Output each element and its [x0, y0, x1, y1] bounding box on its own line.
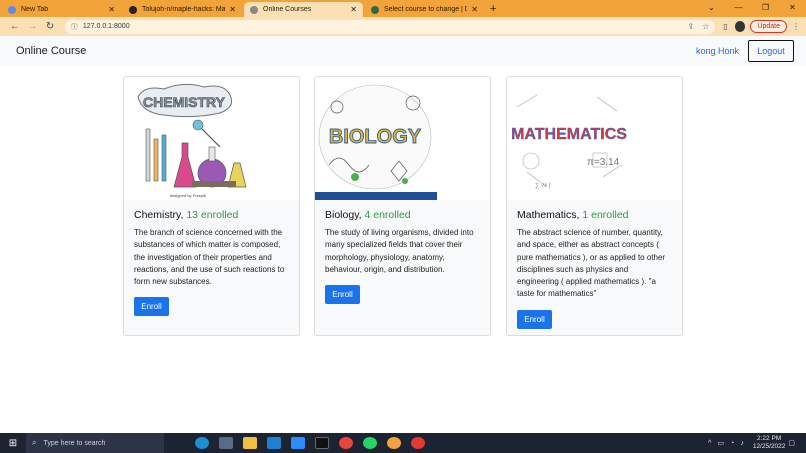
network-icon[interactable]: ◔ — [730, 440, 734, 447]
course-title: Mathematics, 1 enrolled — [517, 209, 672, 221]
tab-title: Select course to change | Djang — [384, 6, 467, 13]
url-bar[interactable]: ⓘ 127.0.0.1:8000 ⇪ ☆ — [64, 19, 716, 34]
biology-illustration: BIOLOGY — [315, 77, 490, 200]
url-text: 127.0.0.1:8000 — [82, 23, 130, 30]
vscode-icon[interactable] — [267, 437, 281, 449]
browser-tab-online-courses[interactable]: Online Courses ✕ — [244, 2, 363, 17]
course-name: Chemistry, — [134, 209, 184, 221]
close-tab-icon[interactable]: ✕ — [229, 5, 236, 14]
taskbar-search-box[interactable]: ⌕ Type here to search — [26, 433, 164, 453]
course-card-body: Biology, 4 enrolled The study of living … — [315, 200, 490, 313]
tab-search-icon[interactable]: ⌄ — [698, 0, 725, 17]
recorder-icon[interactable] — [411, 437, 425, 449]
address-bar-row: ← → ↻ ⓘ 127.0.0.1:8000 ⇪ ☆ ▯ Update ⋮ — [0, 17, 806, 36]
new-tab-button[interactable]: + — [490, 2, 496, 17]
course-title: Chemistry, 13 enrolled — [134, 209, 289, 221]
image-lettering: CHEMISTRY — [143, 94, 226, 110]
search-icon: ⌕ — [32, 438, 37, 447]
tab-title: New Tab — [21, 6, 49, 13]
django-icon — [371, 5, 379, 14]
tab-title: Online Courses — [263, 6, 312, 13]
globe-icon — [250, 5, 258, 14]
file-explorer-icon[interactable] — [243, 437, 257, 449]
image-lettering: BIOLOGY — [329, 126, 422, 148]
volume-icon[interactable]: ♪ — [740, 440, 744, 447]
terminal-icon[interactable] — [315, 437, 329, 449]
course-card-mathematics: MATHEMATICS π=3.14 ∑ √x ∫ Mathematics, 1… — [506, 76, 683, 336]
course-card-body: Chemistry, 13 enrolled The branch of sci… — [124, 200, 299, 325]
course-name: Biology, — [325, 209, 362, 221]
course-description: The study of living organisms, divided i… — [325, 228, 474, 274]
svg-text:∑ √x ∫: ∑ √x ∫ — [535, 182, 551, 189]
site-brand[interactable]: Online Course — [16, 45, 86, 57]
close-tab-icon[interactable]: ✕ — [350, 5, 357, 14]
close-tab-icon[interactable]: ✕ — [471, 5, 478, 14]
chrome-icon[interactable] — [339, 437, 353, 449]
info-icon[interactable]: ⓘ — [71, 22, 78, 32]
browser-tab-new-tab[interactable]: New Tab ✕ — [2, 2, 121, 17]
side-panel-icon[interactable]: ▯ — [723, 22, 727, 31]
share-icon[interactable]: ⇪ — [687, 22, 694, 31]
clock-date: 12/25/2022 — [752, 443, 786, 450]
update-button[interactable]: Update — [750, 20, 787, 33]
store-icon[interactable] — [219, 437, 233, 449]
reload-icon[interactable]: ↻ — [41, 21, 59, 32]
whatsapp-icon[interactable] — [363, 437, 377, 449]
chrome-active-icon[interactable] — [387, 437, 401, 449]
browser-tab-django-admin[interactable]: Select course to change | Djang ✕ — [365, 2, 484, 17]
restore-icon[interactable]: ❐ — [752, 0, 779, 17]
enroll-button[interactable]: Enroll — [134, 297, 169, 317]
enrolled-count: 13 enrolled — [186, 209, 239, 221]
enrolled-count: 4 enrolled — [364, 209, 411, 221]
bookmark-star-icon[interactable]: ☆ — [702, 22, 709, 31]
search-placeholder: Type here to search — [43, 439, 106, 447]
forward-icon[interactable]: → — [24, 21, 42, 32]
tray-chevron-icon[interactable]: ^ — [708, 440, 711, 447]
logout-button[interactable]: Logout — [748, 40, 794, 62]
course-name: Mathematics, — [517, 209, 580, 221]
site-navbar: Online Course kong Honk Logout — [0, 36, 806, 66]
github-icon — [129, 5, 137, 14]
windows-start-icon[interactable]: ⊞ — [0, 438, 26, 449]
chrome-icon — [8, 5, 16, 14]
zoom-icon[interactable] — [291, 437, 305, 449]
enroll-button[interactable]: Enroll — [517, 309, 552, 329]
image-lettering: MATHEMATICS — [511, 126, 627, 143]
enrolled-count: 1 enrolled — [582, 209, 629, 221]
course-image-chemistry: CHEMISTRY designed by Freepik — [124, 77, 299, 200]
browser-tab-strip: New Tab ✕ Tolujoh-n/maple-hacks: Maple h… — [0, 0, 806, 17]
profile-avatar[interactable] — [734, 21, 746, 32]
browser-tab-github[interactable]: Tolujoh-n/maple-hacks: Maple h ✕ — [123, 2, 242, 17]
clock-time: 2:22 PM — [756, 435, 782, 442]
svg-text:π=3.14: π=3.14 — [587, 157, 620, 168]
course-image-biology: BIOLOGY — [315, 77, 490, 200]
close-tab-icon[interactable]: ✕ — [108, 5, 115, 14]
chemistry-illustration: CHEMISTRY designed by Freepik — [124, 77, 299, 200]
battery-icon[interactable]: ▭ — [717, 439, 724, 447]
username-link[interactable]: kong Honk — [696, 46, 739, 56]
tab-title: Tolujoh-n/maple-hacks: Maple h — [142, 6, 226, 13]
course-card-chemistry: CHEMISTRY designed by Freepik Chemistry,… — [123, 76, 300, 336]
menu-kebab-icon[interactable]: ⋮ — [792, 22, 800, 31]
taskbar-clock[interactable]: 2:22 PM 12/25/2022 — [753, 435, 786, 451]
minimize-icon[interactable]: — — [725, 0, 752, 17]
windows-taskbar: ⊞ ⌕ Type here to search ^ ▭ ◔ ♪ 2:22 PM … — [0, 433, 806, 453]
mathematics-illustration: MATHEMATICS π=3.14 ∑ √x ∫ — [507, 77, 682, 200]
back-icon[interactable]: ← — [6, 21, 24, 32]
window-controls: ⌄ — ❐ ✕ — [698, 0, 806, 17]
course-card-biology: BIOLOGY Biology, 4 enrolled The study of… — [314, 76, 491, 336]
course-description: The branch of science concerned with the… — [134, 228, 285, 287]
taskbar-apps — [190, 437, 430, 449]
course-title: Biology, 4 enrolled — [325, 209, 480, 221]
edge-icon[interactable] — [195, 437, 209, 449]
course-image-mathematics: MATHEMATICS π=3.14 ∑ √x ∫ — [507, 77, 682, 200]
svg-text:designed by Freepik: designed by Freepik — [170, 193, 206, 198]
notifications-icon[interactable]: ▢ — [788, 439, 795, 447]
close-window-icon[interactable]: ✕ — [779, 0, 806, 17]
course-description: The abstract science of number, quantity… — [517, 228, 666, 299]
system-tray: ^ ▭ ◔ ♪ 2:22 PM 12/25/2022 ▢ — [705, 435, 806, 451]
course-card-body: Mathematics, 1 enrolled The abstract sci… — [507, 200, 682, 335]
enroll-button[interactable]: Enroll — [325, 285, 360, 305]
